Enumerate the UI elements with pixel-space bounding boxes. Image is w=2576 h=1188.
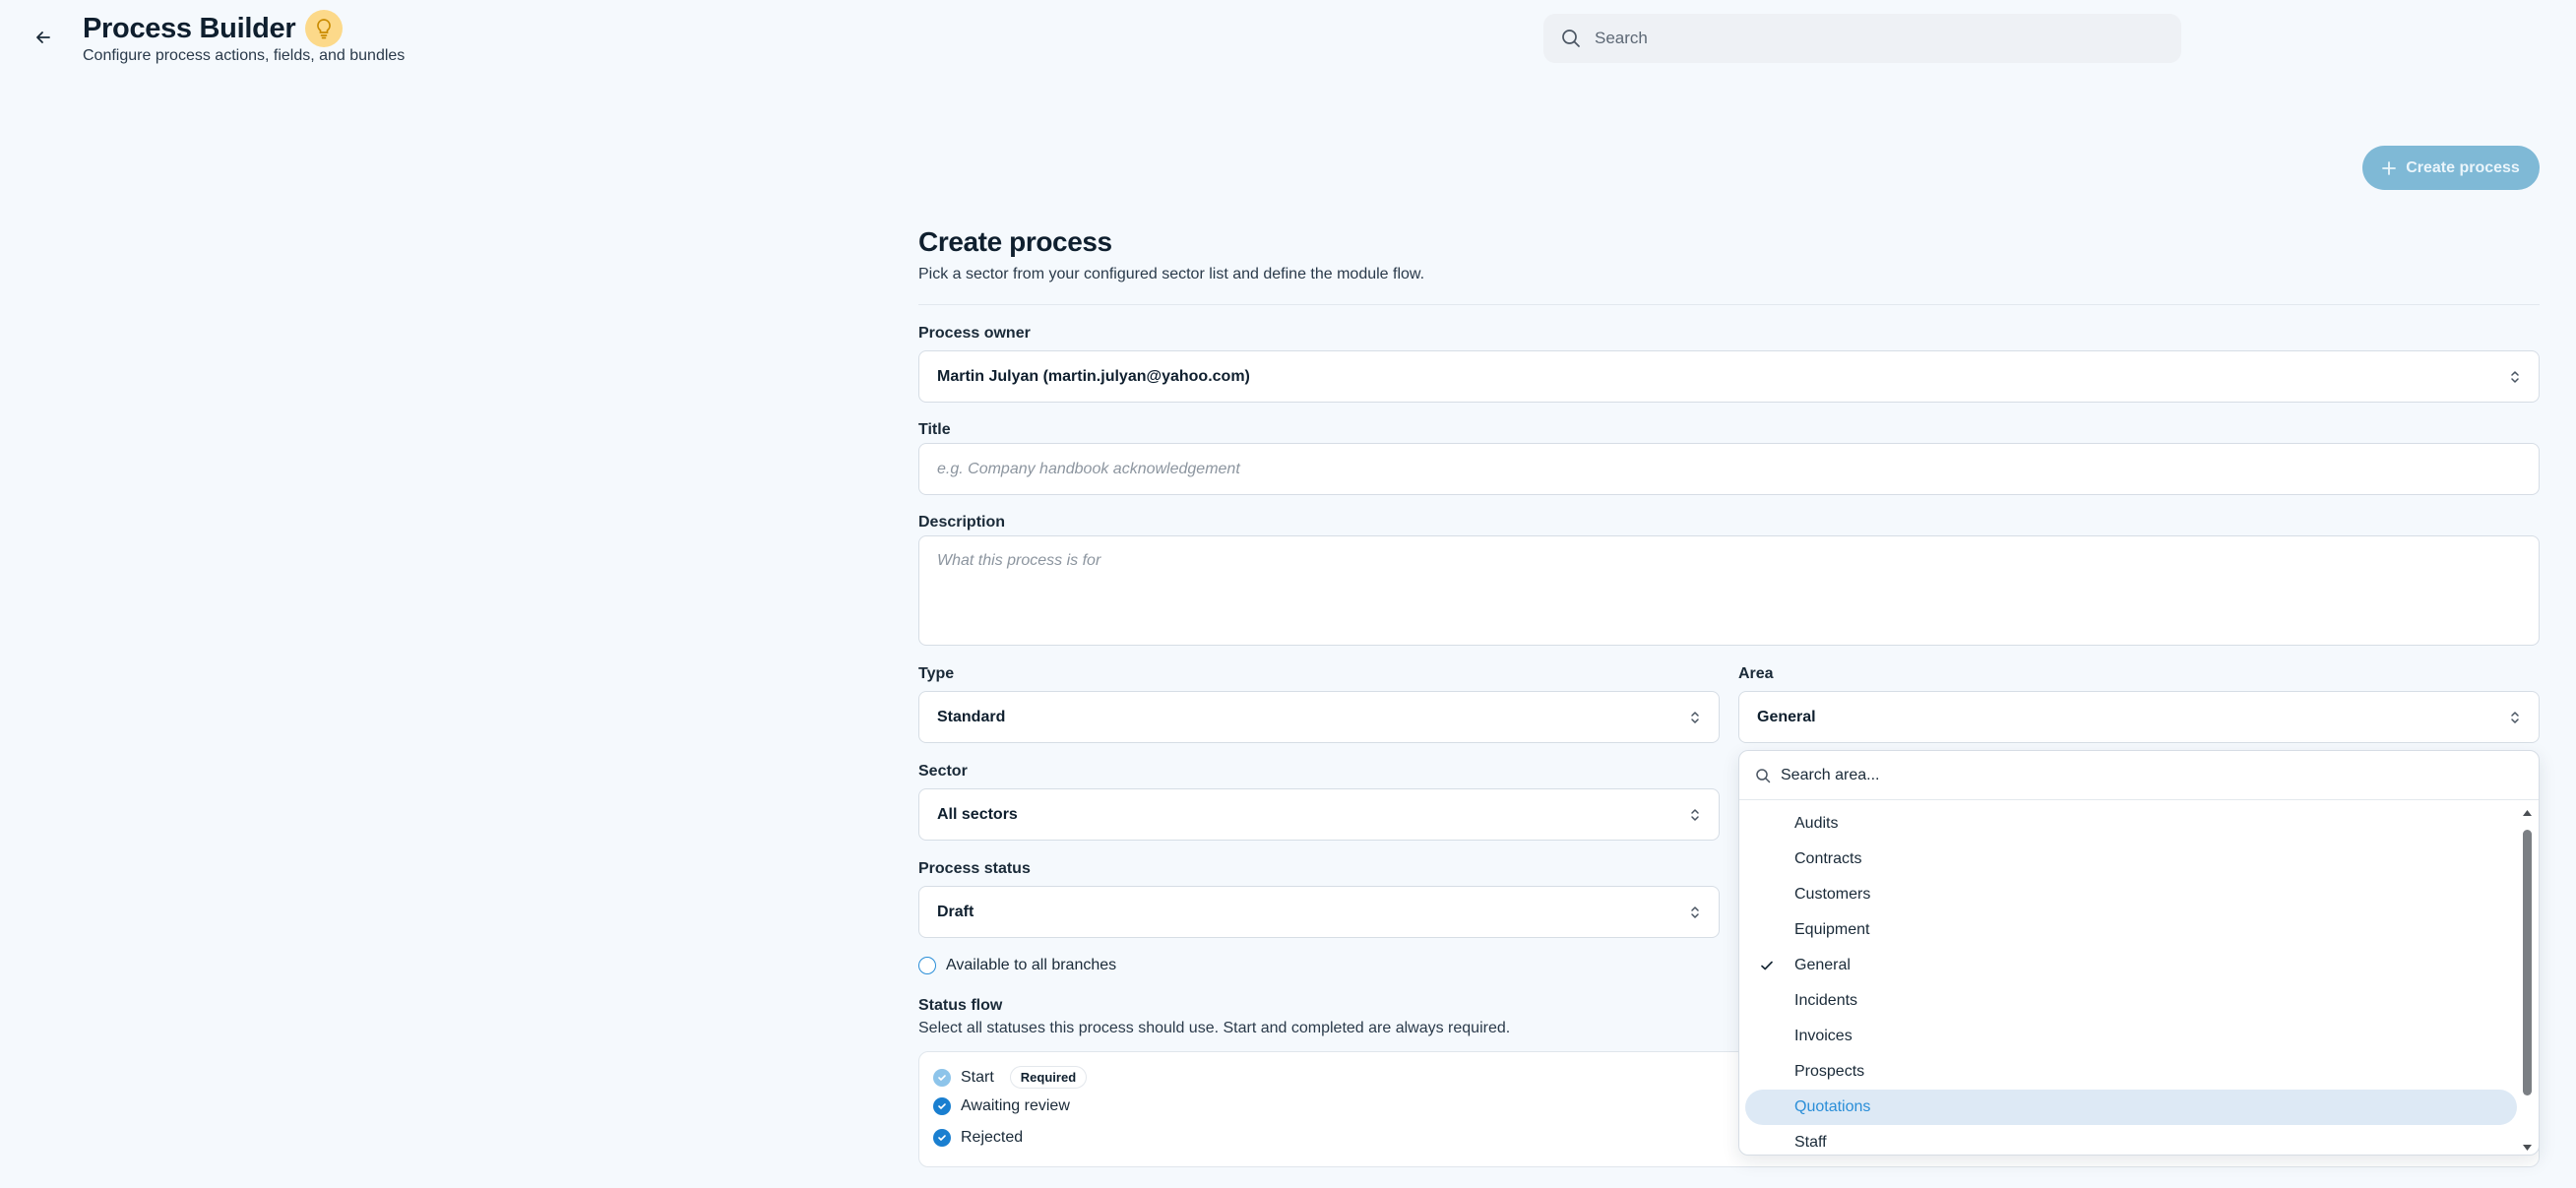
chevron-up-down-icon [1691,711,1699,723]
chevron-up-down-icon [1691,808,1699,821]
area-search[interactable] [1739,751,2539,800]
area-option-customers[interactable]: Customers [1745,877,2517,912]
status-flow-hint: Select all statuses this process should … [918,1020,1511,1036]
area-search-input[interactable] [1781,766,2470,784]
scroll-up-arrow-icon [2523,810,2532,816]
area-option-equipment[interactable]: Equipment [1745,912,2517,948]
title-input[interactable] [937,460,2539,478]
status-item-awaiting-review[interactable]: Awaiting review [933,1097,1070,1115]
scroll-down-arrow-icon [2523,1145,2532,1151]
branches-checkbox[interactable] [918,957,936,974]
process-owner-label: Process owner [918,325,1031,342]
sector-label: Sector [918,763,968,780]
form-divider [918,304,2540,305]
area-option-contracts[interactable]: Contracts [1745,842,2517,877]
status-item-label: Awaiting review [961,1097,1070,1114]
area-value: General [1757,708,1816,725]
search-icon [1756,768,1771,782]
type-select[interactable]: Standard [918,691,1720,743]
scrollbar-thumb[interactable] [2523,830,2532,1095]
page-title: Process Builder [83,10,344,47]
check-circle-icon [933,1097,951,1115]
status-item-start[interactable]: Start Required [933,1066,1088,1089]
status-item-rejected[interactable]: Rejected [933,1129,1023,1147]
search-icon [1562,30,1580,47]
sector-value: All sectors [937,805,1018,823]
create-process-button[interactable]: Create process [2362,146,2540,190]
type-value: Standard [937,708,1006,725]
description-label: Description [918,514,1006,531]
status-item-label: Start [961,1068,994,1086]
chevron-up-down-icon [2511,370,2519,383]
process-owner-value: Martin Julyan (martin.julyan@yahoo.com) [937,367,1250,385]
form-subtitle: Pick a sector from your configured secto… [918,266,1425,282]
area-option-general[interactable]: General [1745,948,2517,983]
process-status-label: Process status [918,860,1031,877]
check-circle-icon [933,1068,951,1087]
back-button[interactable] [28,22,59,53]
area-option-invoices[interactable]: Invoices [1745,1019,2517,1054]
description-textarea[interactable] [937,536,2539,645]
create-process-label: Create process [2406,158,2520,176]
area-label: Area [1738,665,1774,682]
page-title-text: Process Builder [83,12,296,44]
process-status-value: Draft [937,903,974,920]
process-owner-select[interactable]: Martin Julyan (martin.julyan@yahoo.com) [918,350,2540,403]
title-field[interactable] [918,443,2540,495]
check-icon [1761,961,1773,970]
branches-label: Available to all branches [946,957,1117,973]
sector-select[interactable]: All sectors [918,788,1720,841]
area-options: Audits Contracts Customers Equipment Gen… [1739,806,2517,1155]
area-dropdown[interactable]: Audits Contracts Customers Equipment Gen… [1738,750,2540,1156]
area-option-prospects[interactable]: Prospects [1745,1054,2517,1090]
form-title: Create process [918,226,1112,257]
area-option-label: General [1794,957,1851,973]
search-input[interactable] [1595,29,2146,48]
area-option-incidents[interactable]: Incidents [1745,983,2517,1019]
global-search[interactable] [1543,14,2181,63]
check-circle-icon [933,1129,951,1147]
description-field[interactable] [918,535,2540,646]
branches-toggle[interactable]: Available to all branches [918,957,1116,974]
type-label: Type [918,665,955,682]
status-flow-label: Status flow [918,997,1003,1014]
area-option-audits[interactable]: Audits [1745,806,2517,842]
required-badge: Required [1009,1066,1088,1089]
area-option-staff[interactable]: Staff [1745,1125,2517,1155]
status-item-label: Rejected [961,1129,1024,1146]
lightbulb-icon[interactable] [305,10,344,47]
area-option-quotations[interactable]: Quotations [1745,1090,2517,1125]
chevron-up-down-icon [1691,906,1699,918]
page-subtitle: Configure process actions, fields, and b… [83,47,406,64]
plus-icon [2382,160,2397,175]
chevron-up-down-icon [2511,711,2519,723]
title-label: Title [918,421,951,438]
dropdown-scrollbar[interactable] [2521,808,2533,1153]
process-status-select[interactable]: Draft [918,886,1720,938]
area-select[interactable]: General [1738,691,2540,743]
arrow-left-icon [36,31,50,43]
